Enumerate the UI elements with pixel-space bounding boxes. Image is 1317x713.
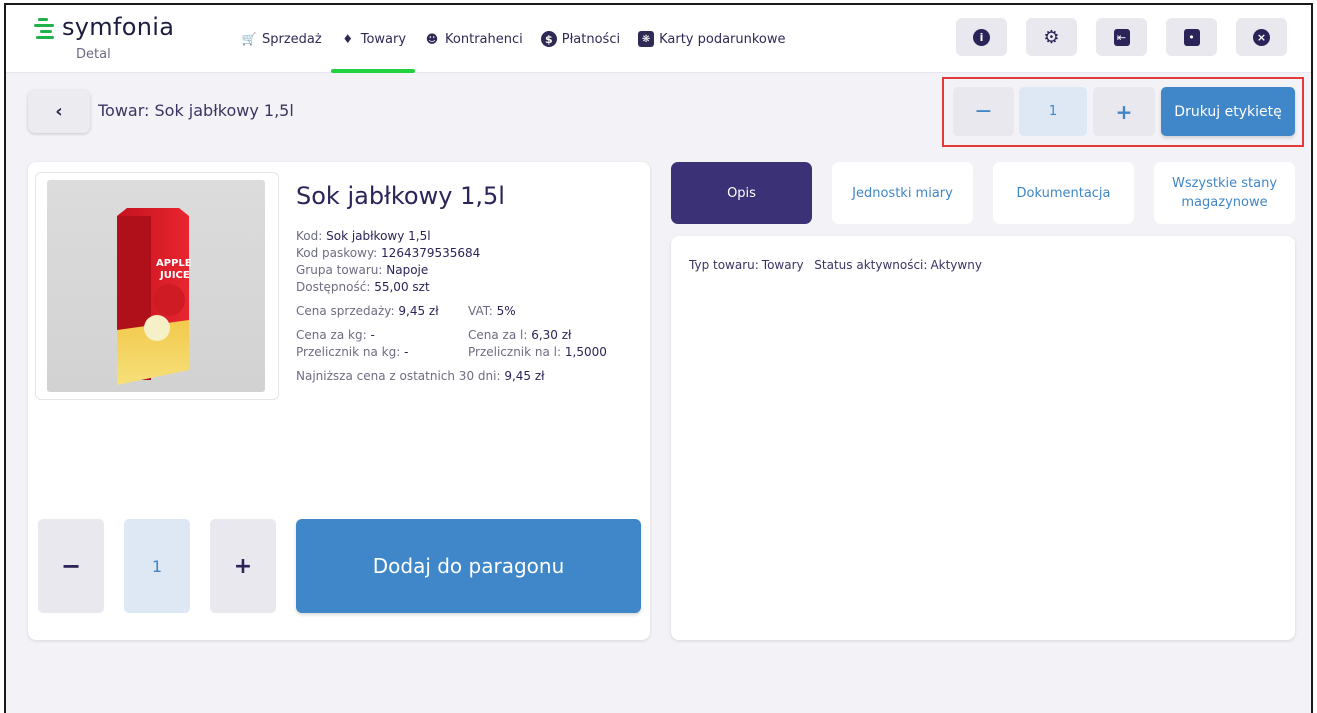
nav-item-label: Płatności xyxy=(561,31,621,47)
vat-label: VAT: xyxy=(468,304,493,318)
info-button[interactable]: i xyxy=(956,18,1007,56)
page-title: Towar: Sok jabłkowy 1,5l xyxy=(98,101,294,120)
brand-subtitle: Detal xyxy=(76,47,111,62)
logo-mark-icon xyxy=(34,18,56,40)
conv-kg-value: - xyxy=(404,345,409,359)
logo[interactable]: symfonia Detal xyxy=(34,13,204,68)
availability-label: Dostępność: xyxy=(296,280,371,294)
cart-icon: 🛒 xyxy=(241,32,257,46)
barcode-label: Kod paskowy: xyxy=(296,246,378,260)
price-l-value: 6,30 zł xyxy=(531,328,572,342)
type-label: Typ towaru: xyxy=(689,258,759,272)
close-button[interactable]: × xyxy=(1236,18,1287,56)
label-qty-decrease-button[interactable]: − xyxy=(953,87,1014,136)
logout-icon: ⇤ xyxy=(1113,28,1130,46)
tab-wszystkie-stany[interactable]: Wszystkie stany magazynowe xyxy=(1154,162,1295,224)
description-line: Typ towaru: Towary Status aktywności: Akty… xyxy=(689,258,985,272)
status-value: Aktywny xyxy=(930,258,982,272)
type-value: Towary xyxy=(761,258,804,272)
lock-icon: • xyxy=(1183,28,1200,46)
lowest-price-label: Najniższa cena z ostatnich 30 dni: xyxy=(296,369,501,383)
print-label-button[interactable]: Drukuj etykietę xyxy=(1161,87,1295,136)
nav-item-towary[interactable]: ♦ Towary xyxy=(330,5,416,73)
price-kg-label: Cena za kg: xyxy=(296,328,367,342)
top-actions: i ⚙ ⇤ • × xyxy=(956,18,1287,56)
kod-value: Sok jabłkowy 1,5l xyxy=(326,229,431,243)
tab-opis[interactable]: Opis xyxy=(671,162,812,224)
app-window: symfonia Detal 🛒 Sprzedaż ♦ Towary ☻ Kon… xyxy=(4,3,1313,713)
group-label: Grupa towaru: xyxy=(296,263,383,277)
price-l-label: Cena za l: xyxy=(468,328,528,342)
top-navigation-bar: symfonia Detal 🛒 Sprzedaż ♦ Towary ☻ Kon… xyxy=(6,5,1311,73)
nav-item-platnosci[interactable]: $ Płatności xyxy=(532,5,629,73)
qty-increase-button[interactable]: + xyxy=(210,519,276,613)
settings-icon: ⚙ xyxy=(1043,26,1060,48)
image-text-apple: APPLE xyxy=(156,258,192,269)
conv-kg-label: Przelicznik na kg: xyxy=(296,345,401,359)
juice-carton-icon: APPLE JUICE xyxy=(117,208,192,385)
conv-l-value: 1,5000 xyxy=(564,345,607,359)
add-to-receipt-button[interactable]: Dodaj do paragonu xyxy=(296,519,641,613)
nav-item-label: Towary xyxy=(360,31,407,47)
close-icon: × xyxy=(1253,28,1270,46)
product-info: Kod: Sok jabłkowy 1,5l Kod paskowy: 1264… xyxy=(296,228,607,385)
main-nav: 🛒 Sprzedaż ♦ Towary ☻ Kontrahenci $ Płat… xyxy=(232,5,795,73)
qty-decrease-button[interactable]: − xyxy=(38,519,104,613)
back-button[interactable]: ‹ xyxy=(28,90,90,133)
product-image: APPLE JUICE xyxy=(47,180,265,392)
status-label: Status aktywności: xyxy=(814,258,928,272)
nav-item-label: Sprzedaż xyxy=(262,31,322,47)
lock-button[interactable]: • xyxy=(1166,18,1217,56)
settings-button[interactable]: ⚙ xyxy=(1026,18,1077,56)
nav-item-sprzedaz[interactable]: 🛒 Sprzedaż xyxy=(232,5,331,73)
nav-item-karty-podarunkowe[interactable]: ❋ Karty podarunkowe xyxy=(629,5,794,73)
availability-value: 55,00 szt xyxy=(374,280,430,294)
logout-button[interactable]: ⇤ xyxy=(1096,18,1147,56)
info-icon: i xyxy=(973,28,990,46)
product-image-frame: APPLE JUICE xyxy=(35,172,279,400)
product-card: APPLE JUICE Sok jabłkowy 1,5l Kod: Sok j… xyxy=(28,162,650,640)
product-title: Sok jabłkowy 1,5l xyxy=(296,182,505,210)
tab-dokumentacja[interactable]: Dokumentacja xyxy=(993,162,1134,224)
barcode-value: 1264379535684 xyxy=(381,246,481,260)
brand-name: symfonia xyxy=(62,13,175,41)
nav-item-kontrahenci[interactable]: ☻ Kontrahenci xyxy=(415,5,532,73)
price-kg-value: - xyxy=(370,328,375,342)
gift-card-icon: ❋ xyxy=(638,31,655,47)
lowest-price-value: 9,45 zł xyxy=(504,369,545,383)
label-qty-input[interactable]: 1 xyxy=(1019,87,1087,136)
price-value: 9,45 zł xyxy=(398,304,439,318)
qty-input[interactable]: 1 xyxy=(124,519,190,613)
label-qty-increase-button[interactable]: + xyxy=(1093,87,1155,136)
chevron-left-icon: ‹ xyxy=(55,101,63,122)
image-text-juice: JUICE xyxy=(159,270,190,281)
nav-item-label: Karty podarunkowe xyxy=(659,31,786,47)
tag-icon: ♦ xyxy=(342,32,354,46)
price-label: Cena sprzedaży: xyxy=(296,304,395,318)
kod-label: Kod: xyxy=(296,229,323,243)
conv-l-label: Przelicznik na l: xyxy=(468,345,562,359)
tab-jednostki-miary[interactable]: Jednostki miary xyxy=(832,162,973,224)
nav-item-label: Kontrahenci xyxy=(445,31,523,47)
vat-value: 5% xyxy=(496,304,516,318)
dollar-icon: $ xyxy=(540,31,557,47)
contacts-icon: ☻ xyxy=(425,32,439,46)
description-panel: Typ towaru: Towary Status aktywności: Akty… xyxy=(671,236,1295,640)
group-value: Napoje xyxy=(386,263,429,277)
